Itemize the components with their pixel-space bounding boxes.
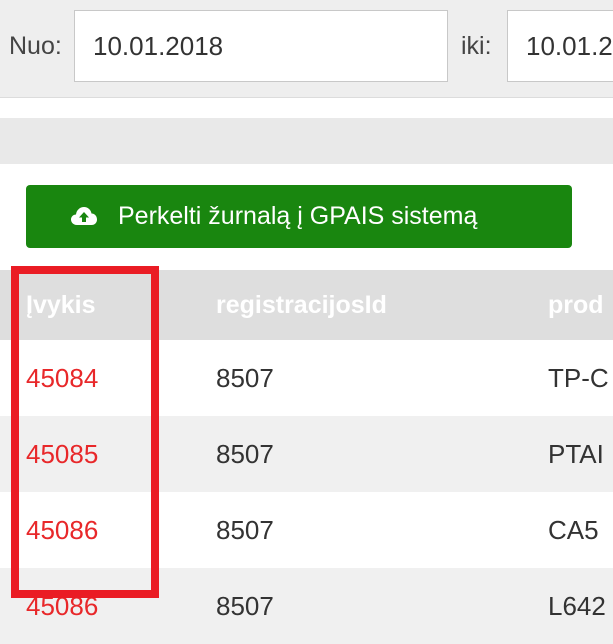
- date-filter-bar: Nuo: 10.01.2018 iki: 10.01.2: [0, 0, 613, 98]
- column-header-registracijos-id[interactable]: registracijosId: [216, 270, 516, 340]
- column-header-ivykis[interactable]: Įvykis: [26, 270, 176, 340]
- to-date-label: iki:: [461, 32, 492, 60]
- event-id-link[interactable]: 45085: [26, 416, 176, 492]
- from-date-label: Nuo:: [9, 32, 62, 60]
- registration-id-cell: 8507: [216, 363, 274, 393]
- table-row: 45086 8507 L642: [0, 568, 613, 644]
- column-header-prod[interactable]: prod: [548, 270, 613, 340]
- product-cell: CA5: [548, 515, 599, 545]
- table-row: 45084 8507 TP-C: [0, 340, 613, 416]
- cloud-upload-icon: [71, 207, 97, 225]
- export-button-label: Perkelti žurnalą į GPAIS sistemą: [118, 202, 478, 230]
- toolbar-strip: [0, 118, 613, 164]
- product-cell: L642: [548, 591, 606, 621]
- product-cell: PTAI: [548, 439, 604, 469]
- event-id-link[interactable]: 45086: [26, 568, 176, 644]
- table-row: 45086 8507 CA5: [0, 492, 613, 568]
- table-row: 45085 8507 PTAI: [0, 416, 613, 492]
- from-date-input[interactable]: 10.01.2018: [74, 10, 448, 82]
- event-id-link[interactable]: 45086: [26, 492, 176, 568]
- event-id-link[interactable]: 45084: [26, 340, 176, 416]
- export-to-gpais-button[interactable]: Perkelti žurnalą į GPAIS sistemą: [26, 185, 572, 248]
- table-header: Įvykis registracijosId prod: [0, 270, 613, 340]
- registration-id-cell: 8507: [216, 591, 274, 621]
- registration-id-cell: 8507: [216, 515, 274, 545]
- product-cell: TP-C: [548, 363, 609, 393]
- journal-table: Įvykis registracijosId prod 45084 8507 T…: [0, 270, 613, 644]
- registration-id-cell: 8507: [216, 439, 274, 469]
- to-date-input[interactable]: 10.01.2: [507, 10, 613, 82]
